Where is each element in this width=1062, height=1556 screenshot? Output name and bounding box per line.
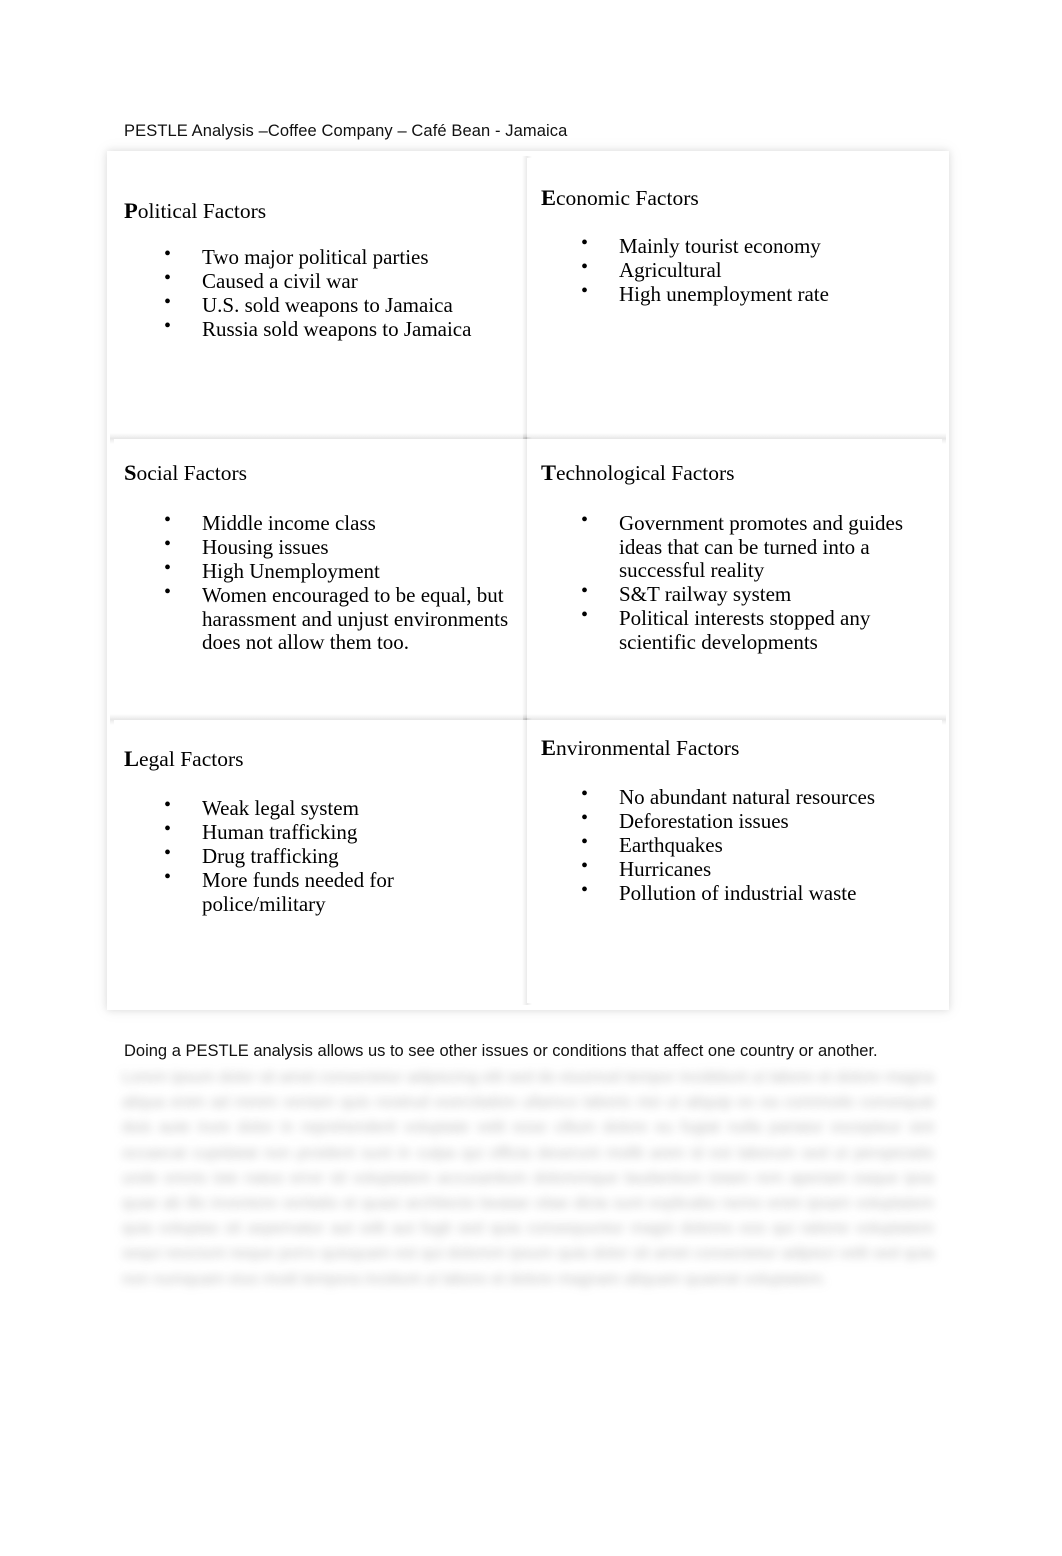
pestle-cell-economic: Economic Factors Mainly tourist economy … [523,158,946,444]
cell-heading-environmental: Environmental Factors [541,735,936,761]
list-item: More funds needed for police/military [124,866,521,916]
list-item: Housing issues [124,533,521,560]
cell-heading-rest-technological: echnological Factors [556,461,735,485]
cell-heading-capital-social: S [124,460,137,485]
bullet-list-social: Middle income class Housing issues High … [124,509,521,655]
cell-heading-rest-political: olitical Factors [137,199,267,223]
list-item: S&T railway system [541,580,936,607]
list-item: Caused a civil war [124,267,521,294]
cell-heading-rest-social: ocial Factors [136,461,247,485]
cell-heading-rest-legal: egal Factors [139,747,244,771]
list-item: Deforestation issues [541,807,936,834]
cell-heading-capital-political: P [124,198,138,223]
list-item: High Unemployment [124,557,521,584]
list-item: Government promotes and guides ideas tha… [541,509,936,583]
blurred-body-text: Lorem ipsum dolor sit amet consectetur a… [122,1069,939,1288]
list-item: Political interests stopped any scientif… [541,604,936,654]
document-page: PESTLE Analysis –Coffee Company – Café B… [0,0,1062,1556]
closing-paragraph: Doing a PESTLE analysis allows us to see… [124,1042,878,1060]
list-item: Women encouraged to be equal, but harass… [124,581,521,655]
list-item: U.S. sold weapons to Jamaica [124,291,521,318]
bullet-list-political: Two major political parties Caused a civ… [124,243,521,342]
list-item: Two major political parties [124,243,521,270]
list-item: Agricultural [541,256,936,283]
list-item: Weak legal system [124,794,521,821]
cell-heading-capital-legal: L [124,746,140,771]
list-item: Russia sold weapons to Jamaica [124,315,521,342]
list-item: No abundant natural resources [541,783,936,810]
bullet-list-technological: Government promotes and guides ideas tha… [541,509,936,654]
list-item: Middle income class [124,509,521,536]
list-item: Hurricanes [541,855,936,882]
list-item: Earthquakes [541,831,936,858]
cell-heading-social: Social Factors [124,460,521,486]
cell-heading-political: Political Factors [124,198,521,224]
bullet-list-environmental: No abundant natural resources Deforestat… [541,783,936,906]
list-item: High unemployment rate [541,280,936,307]
pestle-cell-environmental: Environmental Factors No abundant natura… [527,720,942,1003]
cell-heading-rest-environmental: nvironmental Factors [556,736,740,760]
bullet-list-economic: Mainly tourist economy Agricultural High… [541,232,936,307]
cell-heading-capital-technological: T [541,460,557,485]
cell-heading-capital-economic: E [541,185,557,210]
page-title: PESTLE Analysis –Coffee Company – Café B… [124,122,568,140]
list-item: Drug trafficking [124,842,521,869]
pestle-cell-legal: Legal Factors Weak legal system Human tr… [114,718,532,1005]
list-item: Pollution of industrial waste [541,879,936,906]
pestle-cell-technological: Technological Factors Government promote… [523,439,946,725]
cell-heading-technological: Technological Factors [541,460,936,486]
bullet-list-legal: Weak legal system Human trafficking Drug… [124,794,521,916]
cell-heading-legal: Legal Factors [124,746,521,772]
list-item: Mainly tourist economy [541,232,936,259]
pestle-cell-political: Political Factors Two major political pa… [110,156,532,444]
cell-heading-economic: Economic Factors [541,185,936,211]
pestle-cell-social: Social Factors Middle income class Housi… [110,437,532,725]
cell-heading-rest-economic: conomic Factors [556,186,699,210]
list-item: Human trafficking [124,818,521,845]
cell-heading-capital-environmental: E [541,735,557,760]
pestle-matrix-table: Political Factors Two major political pa… [110,156,946,1005]
